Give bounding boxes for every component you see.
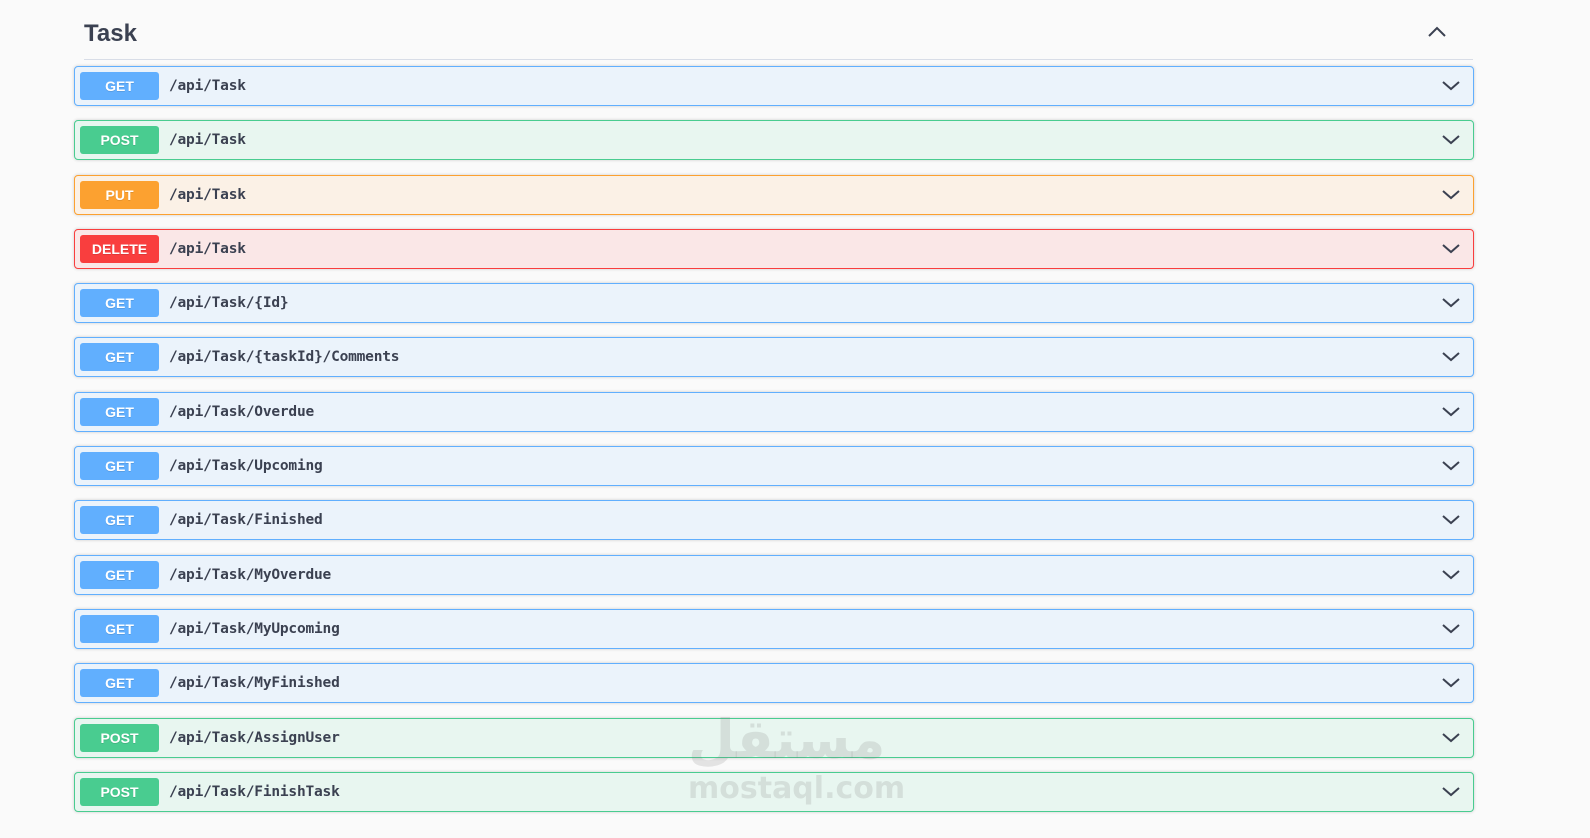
operation-path: /api/Task/Upcoming bbox=[169, 458, 323, 475]
chevron-down-icon[interactable] bbox=[1441, 730, 1461, 744]
operation-path: /api/Task/MyOverdue bbox=[169, 566, 332, 583]
operation-row-delete[interactable]: DELETE/api/Task bbox=[74, 228, 1474, 269]
chevron-down-icon[interactable] bbox=[1441, 567, 1461, 581]
chevron-down-icon[interactable] bbox=[1441, 78, 1461, 92]
chevron-down-icon[interactable] bbox=[1441, 621, 1461, 635]
tag-title: Task bbox=[84, 20, 137, 47]
chevron-down-icon[interactable] bbox=[1441, 404, 1461, 418]
operation-path: /api/Task bbox=[169, 240, 246, 257]
method-badge: GET bbox=[80, 397, 159, 426]
chevron-down-icon[interactable] bbox=[1441, 512, 1461, 526]
method-badge: POST bbox=[80, 723, 159, 752]
operation-row-get[interactable]: GET/api/Task/{taskId}/Comments bbox=[74, 337, 1474, 378]
method-badge: DELETE bbox=[80, 234, 159, 263]
method-badge: GET bbox=[80, 289, 159, 318]
chevron-down-icon[interactable] bbox=[1441, 675, 1461, 689]
operation-path: /api/Task bbox=[169, 186, 246, 203]
operation-row-get[interactable]: GET/api/Task/MyFinished bbox=[74, 663, 1474, 704]
operation-row-get[interactable]: GET/api/Task/{Id} bbox=[74, 283, 1474, 324]
chevron-down-icon[interactable] bbox=[1441, 458, 1461, 472]
method-badge: GET bbox=[80, 669, 159, 698]
operation-path: /api/Task/Overdue bbox=[169, 403, 315, 420]
chevron-down-icon[interactable] bbox=[1441, 349, 1461, 363]
operation-row-get[interactable]: GET/api/Task/Upcoming bbox=[74, 446, 1474, 487]
method-badge: GET bbox=[80, 452, 159, 481]
operation-row-post[interactable]: POST/api/Task bbox=[74, 120, 1474, 161]
chevron-down-icon[interactable] bbox=[1441, 241, 1461, 255]
operation-row-get[interactable]: GET/api/Task/MyOverdue bbox=[74, 554, 1474, 595]
operation-path: /api/Task/FinishTask bbox=[169, 783, 340, 800]
task-tag-section: Task GET/api/Task POST/api/Task PUT/api/Ta… bbox=[74, 0, 1474, 826]
operation-path: /api/Task bbox=[169, 132, 246, 149]
operation-path: /api/Task/MyFinished bbox=[169, 675, 340, 692]
chevron-down-icon[interactable] bbox=[1441, 187, 1461, 201]
operation-path: /api/Task/{taskId}/Comments bbox=[169, 349, 400, 366]
operation-row-get[interactable]: GET/api/Task/Overdue bbox=[74, 391, 1474, 432]
operation-path: /api/Task/Finished bbox=[169, 512, 323, 529]
operation-path: /api/Task bbox=[169, 78, 246, 94]
chevron-down-icon[interactable] bbox=[1441, 784, 1461, 798]
method-badge: POST bbox=[80, 126, 159, 155]
operation-row-get[interactable]: GET/api/Task/Finished bbox=[74, 500, 1474, 541]
operation-row-post[interactable]: POST/api/Task/AssignUser bbox=[74, 717, 1474, 758]
operations-list: GET/api/Task POST/api/Task PUT/api/Task DEL… bbox=[74, 66, 1474, 812]
chevron-up-icon[interactable] bbox=[1426, 24, 1448, 40]
method-badge: POST bbox=[80, 777, 159, 806]
operation-row-post[interactable]: POST/api/Task/FinishTask bbox=[74, 771, 1474, 812]
method-badge: GET bbox=[80, 506, 159, 535]
operation-row-get[interactable]: GET/api/Task bbox=[74, 66, 1474, 106]
chevron-down-icon[interactable] bbox=[1441, 295, 1461, 309]
operation-row-get[interactable]: GET/api/Task/MyUpcoming bbox=[74, 608, 1474, 649]
operation-path: /api/Task/AssignUser bbox=[169, 729, 340, 746]
method-badge: GET bbox=[80, 343, 159, 372]
operation-row-put[interactable]: PUT/api/Task bbox=[74, 174, 1474, 215]
method-badge: PUT bbox=[80, 180, 159, 209]
method-badge: GET bbox=[80, 614, 159, 643]
chevron-down-icon[interactable] bbox=[1441, 132, 1461, 146]
tag-header[interactable]: Task bbox=[84, 0, 1473, 60]
operation-path: /api/Task/MyUpcoming bbox=[169, 620, 340, 637]
method-badge: GET bbox=[80, 560, 159, 589]
method-badge: GET bbox=[80, 72, 159, 100]
operation-path: /api/Task/{Id} bbox=[169, 295, 289, 312]
